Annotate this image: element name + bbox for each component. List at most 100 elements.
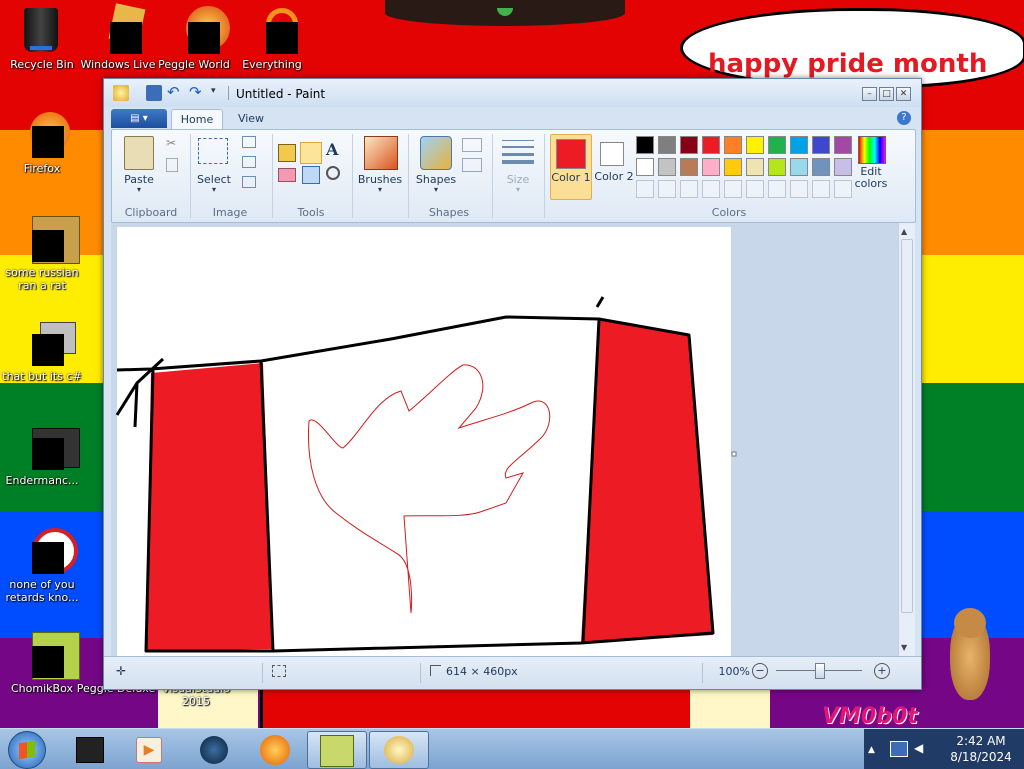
edit-colors-button[interactable]: Edit colors xyxy=(848,166,894,190)
color2-button[interactable]: Color 2 xyxy=(594,134,634,198)
maximize-button[interactable]: □ xyxy=(879,87,894,101)
palette-swatch[interactable] xyxy=(746,158,764,176)
scroll-down-icon[interactable]: ▼ xyxy=(901,643,907,652)
palette-swatch[interactable] xyxy=(680,136,698,154)
palette-swatch[interactable] xyxy=(636,180,654,198)
taskbar-chomikbox[interactable] xyxy=(307,731,367,769)
paint-menu-button[interactable]: ▤ ▾ xyxy=(111,109,167,128)
scrollbar-thumb[interactable] xyxy=(901,239,913,613)
text-icon[interactable]: A xyxy=(326,140,338,159)
zoom-slider-thumb[interactable] xyxy=(815,663,825,679)
color1-button[interactable]: Color 1 xyxy=(550,134,592,200)
palette-swatch[interactable] xyxy=(834,136,852,154)
eraser-icon[interactable] xyxy=(278,168,296,182)
select-dropdown-icon[interactable]: ▾ xyxy=(192,185,236,194)
palette-swatch[interactable] xyxy=(790,180,808,198)
tab-view[interactable]: View xyxy=(229,109,273,129)
cut-icon[interactable]: ✂ xyxy=(166,136,176,150)
desktop-icon-peggle-world[interactable]: Peggle World xyxy=(152,6,236,71)
volume-icon[interactable]: ◀ xyxy=(914,741,930,755)
palette-swatch[interactable] xyxy=(658,158,676,176)
fill-icon[interactable] xyxy=(300,142,322,164)
palette-swatch[interactable] xyxy=(746,136,764,154)
fill-style-icon[interactable] xyxy=(462,158,482,172)
palette-swatch[interactable] xyxy=(724,158,742,176)
title-bar[interactable]: ↶ ↷ ▾ Untitled - Paint – □ ✕ xyxy=(104,79,921,107)
rotate-icon[interactable] xyxy=(242,176,256,188)
palette-swatch[interactable] xyxy=(834,180,852,198)
palette-swatch[interactable] xyxy=(702,136,720,154)
desktop-icon-endermanch[interactable]: Endermanc... xyxy=(0,422,84,487)
palette-swatch[interactable] xyxy=(724,180,742,198)
palette-swatch[interactable] xyxy=(790,158,808,176)
zoom-in-button[interactable]: + xyxy=(874,663,890,679)
palette-swatch[interactable] xyxy=(790,136,808,154)
desktop-icon-chomikbox[interactable]: ChomikBox xyxy=(0,630,84,695)
palette-swatch[interactable] xyxy=(658,180,676,198)
palette-swatch[interactable] xyxy=(680,158,698,176)
customize-quick-access-icon[interactable]: ▾ xyxy=(211,86,227,102)
select-icon[interactable] xyxy=(198,138,228,164)
outline-icon[interactable] xyxy=(462,138,482,152)
palette-swatch[interactable] xyxy=(680,180,698,198)
paste-icon[interactable] xyxy=(124,136,154,170)
shapes-icon[interactable] xyxy=(420,136,452,170)
desktop-icon-some-russian[interactable]: some russian ran a rat xyxy=(0,214,84,292)
scroll-up-icon[interactable]: ▲ xyxy=(901,227,907,236)
start-button[interactable] xyxy=(8,731,46,769)
palette-swatch[interactable] xyxy=(768,136,786,154)
palette-swatch[interactable] xyxy=(636,136,654,154)
desktop-icon-none-of-you[interactable]: none of you retards kno... xyxy=(0,526,84,604)
desktop-icon-recycle-bin[interactable]: Recycle Bin xyxy=(0,6,84,71)
desktop-icon-firefox[interactable]: Firefox xyxy=(0,110,84,175)
paste-dropdown-icon[interactable]: ▾ xyxy=(116,185,162,194)
desktop-icon-that-but-its-csharp[interactable]: that but its c# xyxy=(0,318,84,383)
size-icon[interactable] xyxy=(502,136,534,164)
palette-swatch[interactable] xyxy=(812,158,830,176)
undo-icon[interactable]: ↶ xyxy=(167,84,183,100)
palette-swatch[interactable] xyxy=(658,136,676,154)
palette-swatch[interactable] xyxy=(834,158,852,176)
palette-swatch[interactable] xyxy=(768,158,786,176)
taskbar-paint[interactable] xyxy=(369,731,429,769)
vertical-scrollbar[interactable]: ▲ ▼ xyxy=(898,223,915,657)
desktop-icon-everything[interactable]: Everything xyxy=(230,6,314,71)
taskbar-media-player[interactable]: ▶ xyxy=(118,731,176,767)
palette-swatch[interactable] xyxy=(812,180,830,198)
network-icon[interactable] xyxy=(890,741,908,757)
palette-swatch[interactable] xyxy=(746,180,764,198)
crop-icon[interactable] xyxy=(242,136,256,148)
redo-icon[interactable]: ↷ xyxy=(189,84,205,100)
taskbar-app-1[interactable] xyxy=(60,731,118,767)
tray-expand-icon[interactable]: ▲ xyxy=(868,745,875,755)
palette-swatch[interactable] xyxy=(768,180,786,198)
desktop-icon-windows-live[interactable]: Windows Live xyxy=(76,3,160,71)
shapes-dropdown-icon[interactable]: ▾ xyxy=(412,185,460,194)
minimize-button[interactable]: – xyxy=(862,87,877,101)
taskbar-app-globe[interactable] xyxy=(184,731,242,767)
pencil-icon[interactable] xyxy=(278,144,296,162)
palette-swatch[interactable] xyxy=(702,158,720,176)
palette-swatch[interactable] xyxy=(812,136,830,154)
close-button[interactable]: ✕ xyxy=(896,87,911,101)
edit-colors-icon[interactable] xyxy=(858,136,886,164)
taskbar-firefox[interactable] xyxy=(246,731,304,767)
tab-home[interactable]: Home xyxy=(171,109,223,130)
clock-area[interactable]: 2:42 AM 8/18/2024 xyxy=(944,729,1024,769)
canvas[interactable] xyxy=(111,223,906,657)
help-icon[interactable]: ? xyxy=(897,111,911,125)
brushes-dropdown-icon[interactable]: ▾ xyxy=(354,185,406,194)
paint-app-icon[interactable] xyxy=(113,85,129,101)
color-picker-icon[interactable] xyxy=(302,166,320,184)
brushes-icon[interactable] xyxy=(364,136,398,170)
size-dropdown-icon[interactable]: ▾ xyxy=(496,185,540,194)
zoom-out-button[interactable]: − xyxy=(752,663,768,679)
save-icon[interactable] xyxy=(146,85,162,101)
palette-swatch[interactable] xyxy=(636,158,654,176)
peggle-world-icon xyxy=(170,6,230,54)
copy-icon[interactable] xyxy=(166,158,178,172)
resize-icon[interactable] xyxy=(242,156,256,168)
palette-swatch[interactable] xyxy=(724,136,742,154)
magnifier-icon[interactable] xyxy=(326,166,340,180)
palette-swatch[interactable] xyxy=(702,180,720,198)
